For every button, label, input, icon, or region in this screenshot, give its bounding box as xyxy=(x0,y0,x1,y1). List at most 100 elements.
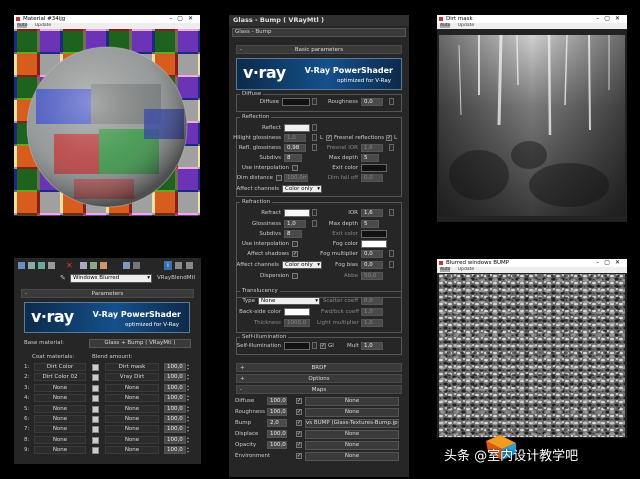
refract-color-swatch[interactable] xyxy=(284,209,310,217)
abbe-field[interactable]: 50,0 xyxy=(361,272,383,280)
map-slot-diffuse[interactable]: None xyxy=(305,397,399,406)
coat-color-swatch[interactable] xyxy=(92,447,99,455)
reset-map-icon[interactable] xyxy=(48,262,55,269)
coat-color-swatch[interactable] xyxy=(92,426,99,434)
eyedropper-icon[interactable]: ✎ xyxy=(60,274,66,282)
assign-material-icon[interactable] xyxy=(38,262,45,269)
map-enable-bump[interactable]: ✓ xyxy=(296,420,302,426)
editor-material-name[interactable]: Glass - Bump xyxy=(232,28,406,37)
map-enable-opacity[interactable]: ✓ xyxy=(296,442,302,448)
map-amount-bump[interactable]: 2,0 xyxy=(267,419,287,427)
menu-update[interactable]: Update xyxy=(458,267,474,272)
fresnel-lock-checkbox[interactable]: ✓ xyxy=(386,135,392,141)
material-id-icon[interactable] xyxy=(100,262,107,269)
menu-auto[interactable]: Auto xyxy=(440,23,451,28)
blend-material-type[interactable]: VRayBlendMtl xyxy=(157,275,195,281)
affect-shadows-checkbox[interactable]: ✓ xyxy=(292,251,298,257)
ior-map-button[interactable] xyxy=(389,209,394,216)
blend-amount-slot[interactable]: None xyxy=(105,404,159,413)
menu-update[interactable]: Update xyxy=(458,23,474,28)
coat-material-slot[interactable]: None xyxy=(34,415,86,423)
coat-color-swatch[interactable] xyxy=(92,384,99,392)
diffuse-color-swatch[interactable] xyxy=(282,98,310,106)
coat-color-swatch[interactable] xyxy=(92,374,99,382)
hilight-glossiness-field[interactable]: 1,0 xyxy=(284,134,306,142)
refr-use-interp-checkbox[interactable] xyxy=(292,241,298,247)
refl-exit-color-swatch[interactable] xyxy=(361,164,387,172)
map-slot-roughness[interactable]: None xyxy=(305,408,399,417)
show-end-result-icon[interactable] xyxy=(133,262,140,269)
blend-amount-slot[interactable]: None xyxy=(105,415,159,423)
blend-amount-spinner[interactable]: ▴ ▾ xyxy=(186,394,190,402)
blend-amount-spinner[interactable]: ▴ ▾ xyxy=(186,383,190,392)
coat-color-swatch[interactable] xyxy=(92,405,99,413)
show-map-icon[interactable] xyxy=(123,262,130,269)
fog-bias-field[interactable]: 0,0 xyxy=(361,261,383,269)
blend-amount-field[interactable]: 100,0 xyxy=(164,404,186,413)
thickness-field[interactable]: 1000,0 xyxy=(284,319,310,327)
blend-amount-field[interactable]: 100,0 xyxy=(164,363,186,371)
dim-falloff-field[interactable]: 0,0 xyxy=(361,174,383,182)
blend-amount-slot[interactable]: None xyxy=(105,383,159,392)
fog-bias-map-button[interactable] xyxy=(389,261,394,268)
blend-amount-slot[interactable]: None xyxy=(105,425,159,434)
dispersion-checkbox[interactable] xyxy=(292,273,298,279)
map-amount-roughness[interactable]: 100,0 xyxy=(267,408,287,416)
diffuse-map-button[interactable] xyxy=(312,98,317,105)
fog-multiplier-field[interactable]: 0,0 xyxy=(361,250,383,258)
bump-titlebar[interactable]: Blurred windows BUMP –▢✕ xyxy=(437,259,627,267)
dirt-mask-titlebar[interactable]: Dirt mask –▢✕ xyxy=(437,15,627,23)
fog-mult-map-button[interactable] xyxy=(389,250,394,257)
map-amount-displace[interactable]: 100,0 xyxy=(267,430,287,438)
self-illum-map-button[interactable] xyxy=(312,342,317,349)
roughness-field[interactable]: 0,0 xyxy=(361,98,383,106)
fresnel-checkbox[interactable]: ✓ xyxy=(326,135,332,141)
material-preview-titlebar[interactable]: Material #34ijg –▢✕ xyxy=(14,15,200,23)
map-enable-roughness[interactable]: ✓ xyxy=(296,409,302,415)
refr-affect-channels-select[interactable]: Color only ▾ xyxy=(282,261,322,269)
map-enable-displace[interactable]: ✓ xyxy=(296,431,302,437)
map-enable-environment[interactable]: ✓ xyxy=(296,453,302,459)
delete-icon[interactable]: ✕ xyxy=(66,261,73,270)
map-slot-displace[interactable]: None xyxy=(305,430,399,439)
put-to-library-icon[interactable] xyxy=(90,262,97,269)
blend-amount-field[interactable]: 100,0 xyxy=(164,425,186,434)
put-to-scene-icon[interactable] xyxy=(28,262,35,269)
refr-max-depth-field[interactable]: 5 xyxy=(361,220,379,228)
map-amount-diffuse[interactable]: 100,0 xyxy=(267,397,287,405)
rollout-options[interactable]: + Options xyxy=(236,374,402,383)
light-multiplier-field[interactable]: 1,0 xyxy=(361,319,383,327)
coat-material-slot[interactable]: None xyxy=(34,394,86,403)
fog-color-swatch[interactable] xyxy=(361,240,387,248)
go-sibling-icon[interactable] xyxy=(186,262,193,269)
blend-amount-slot[interactable]: Dirt mask xyxy=(105,363,159,371)
refr-glossiness-field[interactable]: 1,0 xyxy=(284,220,306,228)
roughness-map-button[interactable] xyxy=(389,98,394,105)
blend-amount-spinner[interactable]: ▴ ▾ xyxy=(186,415,190,423)
menu-auto[interactable]: Auto xyxy=(17,23,28,28)
go-parent-icon[interactable] xyxy=(175,262,182,269)
map-slot-opacity[interactable]: None xyxy=(305,441,399,450)
ior-field[interactable]: 1,6 xyxy=(361,209,383,217)
coat-color-swatch[interactable] xyxy=(92,416,99,423)
blend-amount-slot[interactable]: Vray Dirt xyxy=(105,373,159,382)
get-material-icon[interactable] xyxy=(18,262,25,269)
blend-amount-field[interactable]: 100,0 xyxy=(164,394,186,403)
scatter-coeff-field[interactable]: 0,0 xyxy=(361,297,383,305)
refl-glossiness-field[interactable]: 0,98 xyxy=(284,144,306,152)
info-icon[interactable]: i xyxy=(164,261,172,270)
reflect-color-swatch[interactable] xyxy=(284,124,310,132)
blend-amount-field[interactable]: 100,0 xyxy=(164,446,186,455)
blend-amount-field[interactable]: 100,0 xyxy=(164,415,186,423)
make-unique-icon[interactable] xyxy=(80,262,87,269)
blend-amount-spinner[interactable]: ▴ ▾ xyxy=(186,435,190,444)
blend-amount-slot[interactable]: None xyxy=(105,435,159,444)
blend-amount-field[interactable]: 100,0 xyxy=(164,435,186,444)
menu-update[interactable]: Update xyxy=(35,23,51,28)
dim-distance-field[interactable]: 100,0m xyxy=(284,174,308,182)
refl-affect-channels-select[interactable]: Color only ▾ xyxy=(282,185,322,193)
rollout-parameters[interactable]: - Parameters xyxy=(21,289,194,298)
self-illumination-swatch[interactable] xyxy=(284,342,310,350)
refract-map-button[interactable] xyxy=(312,209,317,216)
refl-subdivs-field[interactable]: 8 xyxy=(284,154,302,162)
